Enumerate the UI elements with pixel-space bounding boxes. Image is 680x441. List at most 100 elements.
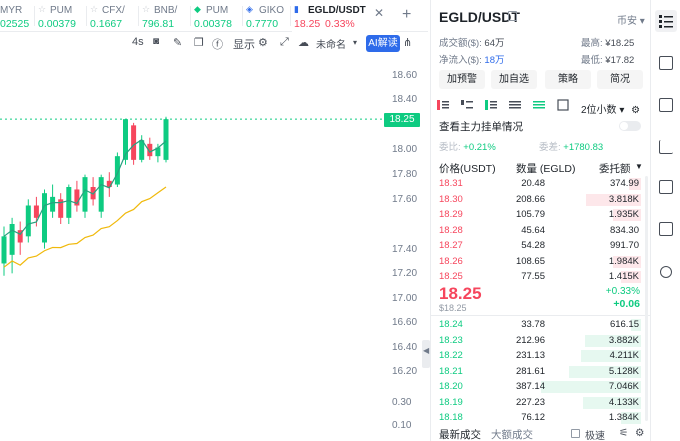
bid-row[interactable]: 18.23 212.96 3.882K bbox=[431, 334, 651, 347]
orderbook-both-icon[interactable] bbox=[437, 99, 449, 111]
tab-price: 0.7770 bbox=[246, 18, 279, 30]
dollar-icon[interactable] bbox=[659, 98, 673, 112]
fullscreen-icon[interactable]: ⤢ bbox=[280, 36, 289, 49]
layout-name-selector[interactable]: 未命名 bbox=[316, 36, 346, 51]
chevron-left-icon[interactable]: ◀ bbox=[423, 346, 429, 355]
ask-row[interactable]: 18.27 54.28 991.70 bbox=[431, 240, 651, 252]
strategy-button[interactable]: 策略 bbox=[545, 70, 591, 89]
candlestick-chart[interactable] bbox=[0, 56, 428, 441]
bid-total: 4.211K bbox=[609, 350, 639, 361]
orderbook-asks-icon[interactable] bbox=[461, 99, 473, 111]
orderbook-grid-icon[interactable] bbox=[557, 99, 569, 111]
candle bbox=[50, 196, 56, 212]
chart-up-icon[interactable] bbox=[659, 140, 673, 154]
ask-row[interactable]: 18.31 20.48 374.99 bbox=[431, 178, 651, 190]
speed-checkbox[interactable] bbox=[571, 429, 580, 438]
star-icon[interactable]: ☆ bbox=[142, 4, 150, 15]
bid-price: 18.21 bbox=[439, 365, 463, 377]
bid-row[interactable]: 18.20 387.14 7.046K bbox=[431, 381, 651, 393]
bid-row[interactable]: 18.24 33.78 616.15 bbox=[431, 319, 651, 331]
tab-giko[interactable]: ◈ GIKO 0.7770 bbox=[246, 0, 286, 32]
tab-cfx[interactable]: ☆ CFX/ 0.1667 bbox=[90, 0, 134, 32]
interval-selector[interactable]: 4s bbox=[132, 36, 144, 48]
exchange-selector[interactable]: 币安 ▾ bbox=[617, 12, 645, 27]
refresh-icon[interactable] bbox=[660, 266, 672, 278]
ask-row[interactable]: 18.28 45.64 834.30 bbox=[431, 225, 651, 237]
tab-bnb[interactable]: ☆ BNB/ 796.81 bbox=[142, 0, 186, 32]
main-order-toggle[interactable] bbox=[619, 121, 641, 131]
chevron-down-icon[interactable]: ▾ bbox=[353, 38, 357, 47]
add-alert-button[interactable]: 加预警 bbox=[439, 70, 485, 89]
tab-egld-usdt[interactable]: ▮ EGLD/USDT 18.25 0.33% ✕ bbox=[292, 0, 394, 32]
ratio-value: +0.21% bbox=[463, 142, 496, 153]
orderbook-icon[interactable] bbox=[659, 14, 673, 28]
gear-icon[interactable]: ⚙ bbox=[635, 427, 644, 439]
cards-icon[interactable] bbox=[659, 222, 673, 236]
close-icon[interactable]: ✕ bbox=[374, 6, 384, 20]
bid-row[interactable]: 18.18 76.12 1.384K bbox=[431, 412, 651, 424]
current-price-tag: 18.25 bbox=[384, 113, 420, 127]
bid-price: 18.19 bbox=[439, 396, 463, 408]
y-tick-label: 0.10 bbox=[392, 420, 412, 431]
add-tab-icon[interactable]: + bbox=[402, 6, 411, 24]
bookmark-icon[interactable]: ▮ bbox=[294, 4, 299, 15]
gear-icon[interactable]: ⚙ bbox=[631, 105, 640, 116]
bid-row[interactable]: 18.21 281.61 5.128K bbox=[431, 365, 651, 378]
star-icon[interactable]: ☆ bbox=[38, 4, 46, 15]
diff-value: +1780.83 bbox=[563, 142, 604, 153]
tab-symbol: PUM bbox=[206, 5, 229, 16]
orderbook-list-icon[interactable] bbox=[509, 99, 521, 111]
cloud-icon[interactable]: ☁ bbox=[298, 36, 309, 49]
tab-large-trades[interactable]: 大额成交 bbox=[491, 427, 533, 441]
ask-qty: 105.79 bbox=[515, 209, 545, 220]
ask-price: 18.28 bbox=[439, 224, 463, 236]
ask-row[interactable]: 18.30 208.66 3.818K bbox=[431, 193, 651, 206]
bid-row[interactable]: 18.19 227.23 4.133K bbox=[431, 396, 651, 409]
indicator-icon[interactable]: ⓕ bbox=[212, 36, 223, 52]
document-icon[interactable] bbox=[659, 56, 673, 70]
chevron-down-icon[interactable]: ▼ bbox=[635, 162, 643, 171]
orderbook-scrollbar[interactable] bbox=[645, 176, 648, 421]
ask-row[interactable]: 18.26 108.65 1.984K bbox=[431, 255, 651, 268]
col-total[interactable]: 委托额 bbox=[599, 161, 631, 176]
ask-row[interactable]: 18.25 77.55 1.415K bbox=[431, 271, 651, 283]
gear-icon[interactable]: ⚙ bbox=[258, 36, 268, 49]
tab-price: 0.00378 bbox=[194, 18, 232, 30]
inflow-label: 净流入($): bbox=[439, 55, 482, 66]
overview-button[interactable]: 简况 bbox=[597, 70, 643, 89]
camera-icon[interactable]: ◙ bbox=[153, 36, 159, 47]
star-icon[interactable]: ☆ bbox=[90, 4, 98, 15]
copy-icon[interactable]: ❐ bbox=[194, 36, 204, 49]
last-price-usd: $18.25 bbox=[439, 303, 467, 313]
pencil-icon[interactable]: ✎ bbox=[173, 36, 182, 49]
ai-interpret-button[interactable]: AI解读 bbox=[366, 35, 400, 52]
filter-icon[interactable]: ⚟ bbox=[619, 427, 628, 439]
add-favorite-button[interactable]: 加自选 bbox=[491, 70, 537, 89]
candle bbox=[33, 205, 39, 218]
display-button[interactable]: 显示 bbox=[233, 36, 255, 52]
copy-icon[interactable] bbox=[508, 11, 517, 21]
order-ratio: 委比: +0.21% bbox=[439, 139, 496, 153]
bid-qty: 76.12 bbox=[521, 412, 545, 423]
bid-row[interactable]: 18.22 231.13 4.211K bbox=[431, 350, 651, 362]
ask-row[interactable]: 18.29 105.79 1.935K bbox=[431, 209, 651, 221]
ask-qty: 20.48 bbox=[521, 178, 545, 189]
tab-pum-1[interactable]: ☆ PUM 0.00379 bbox=[38, 0, 82, 32]
precision-selector[interactable]: 2位小数 ▾ ⚙ bbox=[581, 101, 640, 116]
tab-price: 0.1667 bbox=[90, 18, 123, 30]
tab-symbol: CFX/ bbox=[102, 5, 125, 16]
last-change-pct: +0.33% bbox=[605, 286, 640, 297]
tab-myr[interactable]: MYR 02525 bbox=[0, 0, 32, 32]
tab-pum-2[interactable]: ◆ PUM 0.00378 bbox=[194, 0, 238, 32]
orderbook-depth-icon[interactable] bbox=[533, 99, 545, 111]
orderbook-bids-icon[interactable] bbox=[485, 99, 497, 111]
ask-price: 18.27 bbox=[439, 240, 463, 251]
exchange-label: 币安 bbox=[617, 16, 637, 27]
tab-divider bbox=[86, 6, 87, 26]
analytics-icon[interactable] bbox=[659, 180, 673, 194]
ask-total: 374.99 bbox=[609, 178, 639, 189]
tab-latest-trades[interactable]: 最新成交 bbox=[439, 427, 481, 441]
share-icon[interactable]: ⋔ bbox=[403, 36, 412, 49]
ask-price: 18.26 bbox=[439, 255, 463, 267]
tab-divider bbox=[242, 6, 243, 26]
